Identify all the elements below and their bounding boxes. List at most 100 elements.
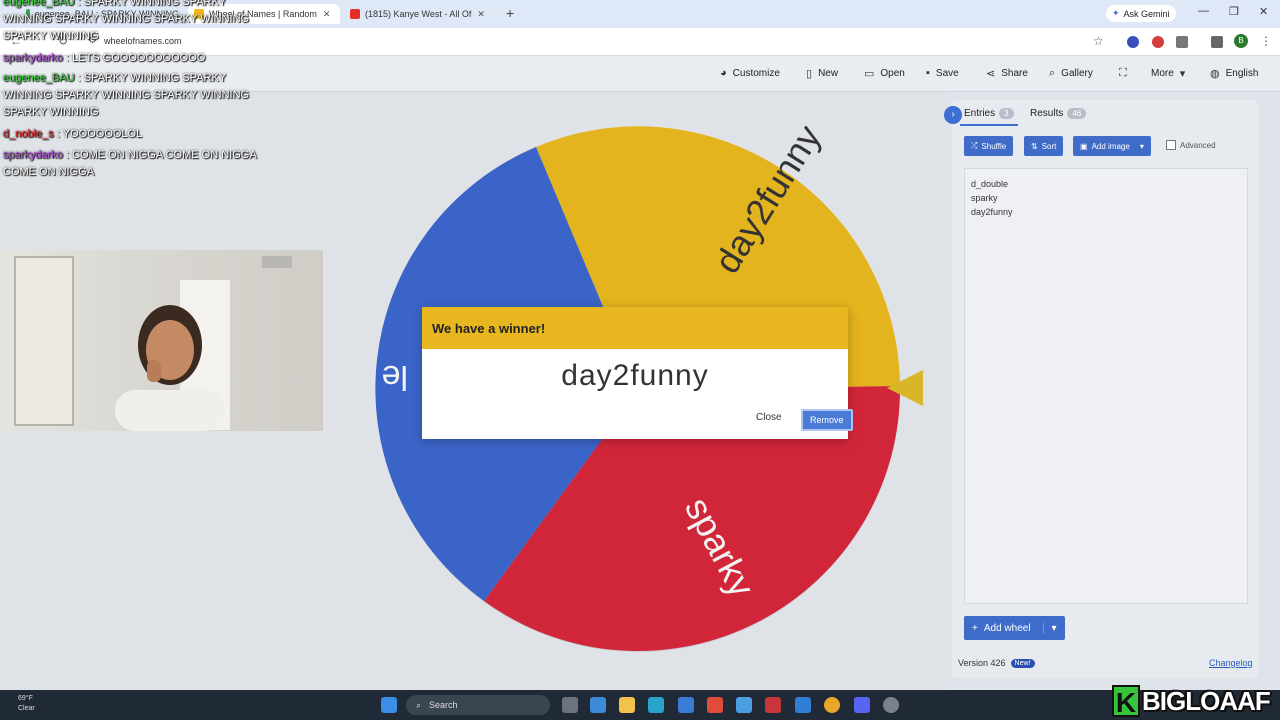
shuffle-icon: ⤮ — [971, 141, 978, 150]
shuffle-button[interactable]: ⤮ Shuffle — [964, 136, 1014, 156]
new-badge: New! — [1010, 658, 1035, 668]
save-label: Save — [935, 67, 959, 79]
taskbar-search[interactable]: ⌕ Search — [406, 695, 550, 715]
close-tab-icon[interactable]: ✕ — [323, 9, 331, 20]
advanced-toggle[interactable]: Advanced — [1166, 140, 1216, 150]
copilot-icon[interactable] — [590, 697, 606, 713]
customize-button[interactable]: ◕ Customize — [720, 67, 780, 79]
store-icon[interactable] — [678, 697, 694, 713]
list-item: d_double — [971, 179, 1009, 189]
weather-widget[interactable]: 69°F Clear — [18, 694, 35, 714]
remove-label: Remove — [810, 415, 844, 425]
search-icon: ⌕ — [1049, 67, 1056, 79]
add-image-label: Add image — [1091, 141, 1130, 151]
task-view-icon[interactable] — [562, 697, 578, 713]
sort-button[interactable]: ⇅ Sort — [1024, 136, 1064, 156]
add-image-button[interactable]: ▣ Add image ▾ — [1073, 136, 1151, 156]
advanced-label: Advanced — [1180, 140, 1216, 150]
shuffle-label: Shuffle — [981, 141, 1007, 151]
obs-icon[interactable] — [883, 697, 899, 713]
chat-username: eugenee_BAU — [3, 72, 75, 84]
edge-icon[interactable] — [648, 697, 664, 713]
sort-icon: ⇅ — [1031, 141, 1038, 151]
app-icon[interactable] — [707, 697, 723, 713]
close-window-icon[interactable]: ✕ — [1259, 5, 1268, 18]
collapse-panel-icon[interactable]: › — [944, 106, 962, 124]
stream-branding: K BIGLOAAF — [1112, 682, 1280, 720]
extensions-puzzle-icon[interactable] — [1176, 36, 1188, 48]
ask-gemini-button[interactable]: ✦ Ask Gemini — [1106, 5, 1176, 22]
chat-username: sparkydarko — [3, 52, 63, 64]
more-button[interactable]: More ▾ — [1151, 67, 1185, 80]
chat-message: eugenee_BAU : SPARKY WINNING SPARKY WINN… — [3, 70, 273, 121]
gallery-button[interactable]: ⌕ Gallery — [1049, 67, 1093, 80]
version-info: Version 426 New! — [958, 658, 1035, 668]
chevron-down-icon[interactable]: ▾ — [1042, 622, 1057, 634]
close-tab-icon[interactable]: ✕ — [477, 9, 485, 20]
changelog-link[interactable]: Changelog — [1209, 658, 1253, 668]
fullscreen-icon: ⛶ — [1119, 67, 1127, 79]
sort-label: Sort — [1041, 141, 1057, 151]
chat-message: sparkydarko : COME ON NIGGA COME ON NIGG… — [3, 147, 273, 181]
weather-temp: 69°F — [18, 695, 33, 702]
tab-favicon-icon — [350, 9, 360, 19]
app-icon[interactable] — [765, 697, 781, 713]
chat-message: eugenee_BAU : SPARKY WINNING SPARKY WINN… — [3, 0, 273, 45]
add-wheel-button[interactable]: + Add wheel ▾ — [964, 616, 1065, 640]
customize-label: Customize — [732, 67, 780, 79]
chat-username: sparkydarko — [3, 149, 63, 161]
image-icon: ▣ — [1080, 141, 1088, 151]
minimize-icon[interactable]: — — [1198, 5, 1209, 17]
fullscreen-button[interactable]: ⛶ — [1119, 67, 1127, 80]
new-label: New — [818, 68, 839, 79]
dialog-title: We have a winner! — [422, 307, 848, 349]
tab-youtube[interactable]: (1815) Kanye West - All Of ✕ — [344, 4, 499, 24]
maximize-icon[interactable]: ❐ — [1229, 5, 1239, 18]
save-icon: ▪ — [926, 67, 930, 79]
bookmark-star-icon[interactable]: ☆ — [1093, 34, 1104, 48]
discord-icon[interactable] — [854, 697, 870, 713]
help-icon[interactable] — [736, 697, 752, 713]
open-label: Open — [880, 68, 905, 79]
winner-dialog: We have a winner! day2funny Close Remove — [422, 307, 853, 439]
extension-icon[interactable] — [1152, 36, 1164, 48]
tab-results[interactable]: Results 46 — [1030, 108, 1087, 119]
advanced-checkbox[interactable] — [1166, 140, 1176, 150]
side-panel-icon[interactable] — [1211, 36, 1223, 48]
webcam-feed — [0, 250, 323, 431]
tab-entries[interactable]: Entries 3 — [964, 108, 1014, 119]
wheel-pointer-icon — [887, 370, 923, 406]
tab-label: (1815) Kanye West - All Of — [365, 9, 472, 19]
chat-username: eugenee_BAU — [3, 0, 75, 8]
kebab-menu-icon[interactable]: ⋮ — [1260, 34, 1272, 48]
open-button[interactable]: ▭ Open — [864, 67, 905, 80]
folder-icon: ▭ — [864, 68, 875, 80]
taskbar-search-label: Search — [429, 700, 458, 710]
profile-avatar[interactable]: B — [1234, 34, 1248, 48]
save-button[interactable]: ▪ Save — [926, 67, 959, 79]
share-button[interactable]: ⋖ Share — [986, 67, 1028, 80]
entries-panel: › Entries 3 Results 46 ⤮ Shuffle ⇅ Sort … — [944, 100, 1258, 678]
chevron-down-icon: ▾ — [1139, 141, 1144, 151]
search-icon: ⌕ — [416, 699, 422, 710]
file-explorer-icon[interactable] — [619, 697, 635, 713]
windows-start-icon[interactable] — [381, 697, 397, 713]
chat-username: d_noble_s — [3, 128, 54, 140]
winner-name: day2funny — [561, 359, 709, 392]
new-button[interactable]: ▯ New — [806, 67, 838, 80]
gemini-sparkle-icon: ✦ — [1112, 8, 1120, 18]
chrome-icon[interactable] — [824, 697, 840, 713]
active-tab-indicator — [960, 124, 1018, 126]
stream-chat-overlay: eugenee_BAU : SPARKY WINNING SPARKY WINN… — [0, 0, 300, 190]
close-button[interactable]: Close — [756, 412, 782, 423]
webcam-vent — [262, 256, 292, 268]
mail-icon[interactable] — [795, 697, 811, 713]
entries-textarea[interactable]: d_double sparky day2funny — [964, 168, 1248, 604]
extension-icon[interactable] — [1127, 36, 1139, 48]
chat-message: d_noble_s : YOOOOOOLOL — [3, 126, 142, 143]
remove-button[interactable]: Remove — [801, 409, 853, 431]
new-tab-button[interactable]: + — [506, 5, 514, 21]
language-button[interactable]: ◍ English — [1210, 67, 1258, 80]
file-icon: ▯ — [806, 68, 813, 80]
brand-logo-k: K — [1112, 685, 1140, 718]
